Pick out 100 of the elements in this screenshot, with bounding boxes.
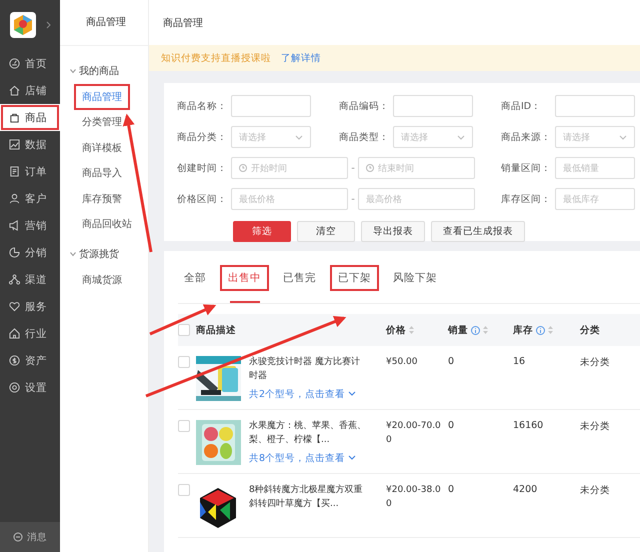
- tab[interactable]: 风险下架: [387, 251, 443, 303]
- sidebar-item[interactable]: 服务: [0, 293, 60, 320]
- document-icon: [9, 166, 20, 177]
- column-header: 商品描述: [196, 324, 236, 336]
- chevron-icon: [295, 133, 303, 141]
- dashboard-icon: [9, 58, 20, 69]
- table-cell: 未分类: [580, 357, 610, 368]
- input-field[interactable]: [393, 95, 473, 117]
- menu-item[interactable]: 库存预警: [82, 186, 148, 212]
- table-cell-text: ¥20.00-38.00: [386, 484, 442, 511]
- sidebar-item[interactable]: 店铺: [0, 77, 60, 104]
- sidebar-item[interactable]: 资产: [0, 347, 60, 374]
- info-icon[interactable]: [536, 326, 545, 334]
- heart-icon: [9, 301, 20, 312]
- range-separator: -: [350, 194, 356, 204]
- bag-icon: [9, 112, 20, 123]
- menu-item[interactable]: 商品管理: [74, 84, 130, 110]
- range-separator: -: [350, 162, 356, 174]
- home-icon: [9, 85, 20, 96]
- logo-icon[interactable]: [10, 12, 36, 38]
- chevron-icon: [619, 133, 627, 141]
- menu-item[interactable]: 商品导入: [82, 160, 148, 186]
- input-field[interactable]: [555, 95, 635, 117]
- action-button[interactable]: 导出报表: [361, 221, 425, 242]
- product-title: 8种斜转魔方北极星魔方双重斜转四叶草魔方【买...: [249, 484, 364, 511]
- row-checkbox[interactable]: [178, 484, 190, 496]
- field-label: 商品类型：: [339, 130, 390, 144]
- sidebar-item[interactable]: 首页: [0, 50, 60, 77]
- table-cell: 16: [513, 356, 526, 367]
- variants-link[interactable]: 共2个型号，点击查看: [249, 388, 367, 401]
- field-label: 销量区间：: [501, 162, 552, 174]
- table-cell: 未分类: [580, 421, 610, 432]
- expand-icon[interactable]: [46, 21, 51, 29]
- chat-icon: [13, 532, 23, 542]
- person-icon: [9, 193, 20, 204]
- chevron-icon: [457, 133, 465, 141]
- table-cell-text: ¥50.00: [386, 356, 418, 369]
- product-title: 水果魔方：桃、苹果、香蕉、梨、橙子、柠檬【...: [249, 420, 367, 447]
- field-label: 商品分类：: [177, 130, 228, 144]
- panel-title: 商品管理: [60, 0, 148, 46]
- input-field[interactable]: [231, 95, 311, 117]
- network-icon: [9, 274, 20, 285]
- caret-icon: [70, 251, 76, 257]
- pie-icon: [9, 247, 20, 258]
- notice-text: 知识付费支持直播授课啦: [161, 52, 271, 64]
- table-cell: 16160: [513, 420, 544, 431]
- column-header: 分类: [580, 324, 600, 336]
- coin-icon: [9, 355, 20, 366]
- chart-icon: [9, 139, 20, 150]
- menu-group[interactable]: 我的商品: [60, 58, 148, 84]
- action-button[interactable]: 清空: [297, 221, 355, 242]
- field-label: 商品ID：: [501, 100, 542, 112]
- field-label: 库存区间：: [501, 192, 552, 206]
- menu-item[interactable]: 商品回收站: [82, 212, 148, 237]
- table-cell: 未分类: [580, 485, 610, 496]
- info-icon[interactable]: [471, 326, 480, 334]
- sidebar-item[interactable]: 分销: [0, 239, 60, 266]
- table-cell: 0: [448, 484, 454, 495]
- sidebar-item[interactable]: 数据: [0, 131, 60, 158]
- sidebar-item[interactable]: 营销: [0, 212, 60, 239]
- column-header: 库存: [513, 324, 533, 336]
- tab[interactable]: 已下架: [332, 251, 377, 303]
- sidebar-item[interactable]: 设置: [0, 374, 60, 401]
- tab[interactable]: 已售完: [277, 251, 322, 303]
- house-icon: [9, 328, 20, 339]
- action-button[interactable]: 查看已生成报表: [431, 221, 525, 242]
- chevron-icon: [348, 390, 356, 397]
- tab[interactable]: 出售中: [222, 251, 267, 303]
- tab[interactable]: 全部: [178, 251, 212, 303]
- sort-icon[interactable]: [409, 326, 414, 334]
- sidebar-item[interactable]: 客户: [0, 185, 60, 212]
- field-label: 商品来源：: [501, 130, 552, 144]
- sidebar-item[interactable]: 订单: [0, 158, 60, 185]
- sort-icon[interactable]: [483, 326, 488, 334]
- chevron-icon: [348, 454, 356, 461]
- sidebar-item[interactable]: 渠道: [0, 266, 60, 293]
- sort-icon[interactable]: [548, 326, 553, 334]
- page-title: 商品管理: [163, 16, 203, 30]
- field-label: 创建时间：: [177, 162, 228, 174]
- field-label: 商品名称：: [177, 100, 228, 112]
- menu-item[interactable]: 商城货源: [82, 267, 148, 292]
- row-checkbox[interactable]: [178, 356, 190, 368]
- variants-link[interactable]: 共8个型号，点击查看: [249, 452, 367, 465]
- sidebar-item[interactable]: 行业: [0, 320, 60, 347]
- menu-item[interactable]: 分类管理: [82, 110, 148, 135]
- table-cell: 4200: [513, 484, 538, 495]
- details-link[interactable]: 了解详情: [281, 52, 321, 64]
- column-header: 价格: [386, 324, 406, 336]
- filter-button[interactable]: 筛选: [233, 221, 291, 242]
- menu-group[interactable]: 货源挑货: [60, 241, 148, 267]
- caret-icon: [70, 68, 76, 74]
- messages-button[interactable]: 消息: [0, 522, 60, 552]
- row-checkbox[interactable]: [178, 420, 190, 432]
- select-all-checkbox[interactable]: [178, 324, 190, 336]
- megaphone-icon: [9, 220, 20, 231]
- sidebar-item[interactable]: 商品: [0, 104, 60, 131]
- table-cell: 0: [448, 356, 454, 367]
- menu-item[interactable]: 商详模板: [82, 135, 148, 160]
- column-header: 销量: [448, 324, 468, 336]
- settings-icon: [9, 382, 20, 393]
